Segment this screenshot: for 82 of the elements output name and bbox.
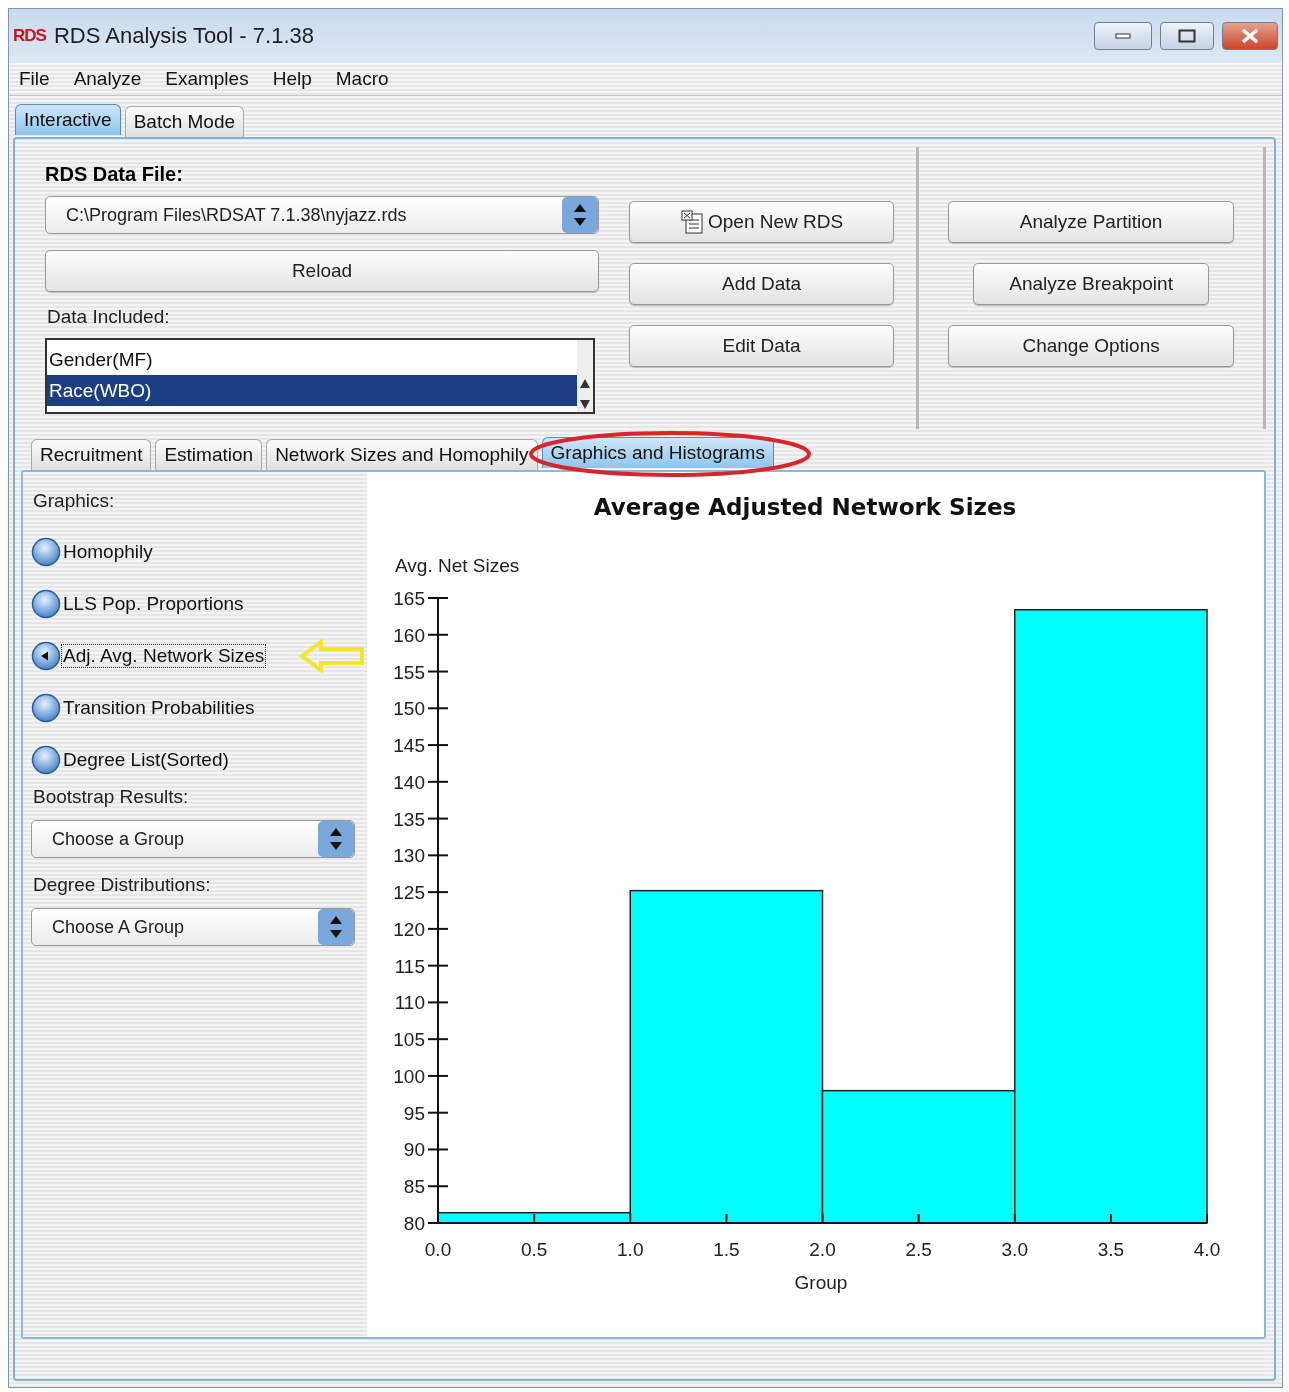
y-tick-label: 155 [393,661,425,683]
maximize-button[interactable] [1160,22,1214,50]
y-tick-label: 125 [393,882,425,904]
x-tick-label: 3.5 [1097,1239,1125,1260]
tab[interactable]: Network Sizes and Homophily [266,439,538,470]
y-tick-label: 95 [403,1102,425,1124]
y-tick-label: 140 [393,771,425,793]
chart-title: Average Adjusted Network Sizes [593,494,1017,520]
y-tick-label: 160 [393,624,425,646]
dropdown-arrows-icon [318,821,354,857]
radio-button[interactable] [31,745,61,775]
y-tick-label: 110 [394,992,425,1014]
y-tick-label: 105 [393,1029,425,1051]
tab[interactable]: Recruitment [31,439,152,470]
x-tick-label: 0.5 [520,1239,548,1260]
menu-item[interactable]: Help [272,68,312,90]
x-tick-label: 2.5 [905,1239,932,1260]
section-label: Degree Distributions: [33,874,212,896]
y-tick-label: 115 [394,955,425,977]
reload-button[interactable]: Reload [45,250,599,292]
y-tick-label: 145 [393,735,425,757]
y-tick-label: 120 [393,918,425,940]
radio-label[interactable]: Transition Probabilities [61,696,257,720]
list-item[interactable]: Gender(MF) [47,344,577,375]
menu-item[interactable]: File [19,68,50,90]
radio-button[interactable] [31,693,61,723]
menu-item[interactable]: Analyze [73,68,142,90]
y-axis-title: Avg. Net Sizes [395,555,520,576]
analysis-button[interactable]: Analyze Partition [948,201,1235,243]
scrollbar[interactable] [577,340,593,412]
x-tick-label: 2.0 [809,1239,836,1260]
section-label: Graphics: [33,490,116,512]
section-label: Bootstrap Results: [33,786,190,808]
minimize-button[interactable] [1094,22,1152,50]
y-tick-label: 100 [393,1065,425,1087]
close-icon [1241,29,1259,43]
arrow-icon [299,639,365,673]
y-tick-label: 165 [393,588,425,609]
app-logo: RDS [12,25,47,47]
y-tick-label: 85 [403,1176,425,1198]
tab[interactable]: Estimation [155,439,263,470]
radio-label[interactable]: LLS Pop. Proportions [61,592,246,616]
action-button[interactable]: Add Data [629,263,895,305]
dropdown-arrows-icon [562,197,598,233]
x-tick-label: 0.0 [424,1239,452,1260]
x-tick-label: 1.5 [713,1239,740,1260]
dropdown-arrows-icon [318,909,354,945]
y-tick-label: 130 [393,845,425,867]
tab[interactable]: Graphics and Histograms [541,437,774,468]
close-button[interactable] [1222,22,1278,50]
x-tick-label: 1.0 [617,1239,644,1260]
radio-button[interactable] [31,537,61,567]
tab[interactable]: Interactive [15,104,121,135]
radio-label[interactable]: Adj. Avg. Network Sizes [61,644,267,668]
radio-button[interactable] [31,589,61,619]
file-dropdown[interactable]: C:\Program Files\RDSAT 7.1.38\nyjazz.rds [45,196,599,234]
document-icon [680,209,706,235]
analysis-button[interactable]: Change Options [948,325,1235,367]
window-title: RDS Analysis Tool - 7.1.38 [53,23,315,49]
field-label: Data Included: [47,306,171,328]
minimize-icon [1115,33,1131,39]
y-tick-label: 80 [403,1213,425,1234]
x-axis-title: Group [794,1272,848,1293]
radio-label[interactable]: Homophily [61,540,155,564]
action-button[interactable]: Edit Data [629,325,895,367]
list-item[interactable]: Race(WBO) [47,375,577,406]
action-button[interactable]: Open New RDS [629,201,895,243]
tab[interactable]: Batch Mode [124,106,245,137]
section-label: RDS Data File: [45,163,184,186]
menu-item[interactable]: Examples [165,68,249,90]
radio-label[interactable]: Degree List(Sorted) [61,748,231,772]
x-tick-label: 3.0 [1001,1239,1028,1260]
radio-button[interactable] [31,641,61,671]
menu-item[interactable]: Macro [335,68,389,90]
group-dropdown[interactable]: Choose a Group [31,820,355,858]
y-tick-label: 150 [393,698,425,720]
y-tick-label: 135 [393,808,425,830]
group-dropdown[interactable]: Choose A Group [31,908,355,946]
maximize-icon [1178,29,1196,43]
y-tick-label: 90 [403,1139,425,1161]
analysis-button[interactable]: Analyze Breakpoint [973,263,1210,305]
x-tick-label: 4.0 [1193,1239,1221,1260]
